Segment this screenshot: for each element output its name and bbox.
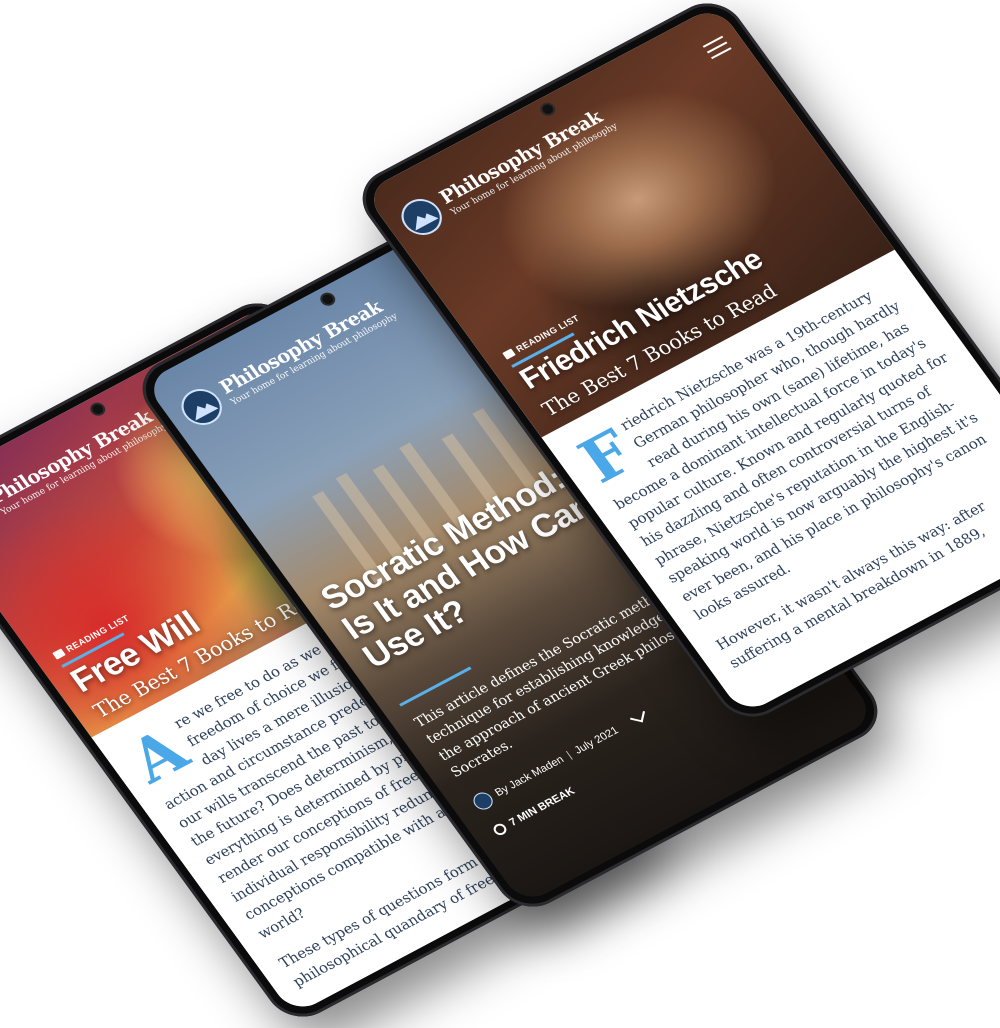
- mockup-stage: Philosophy Break Your home for learning …: [0, 0, 1000, 1028]
- book-icon: [52, 648, 66, 660]
- brand-header[interactable]: Philosophy Break Your home for learning …: [393, 101, 622, 242]
- hamburger-menu-icon[interactable]: [702, 35, 735, 63]
- brand-name: Philosophy Break: [435, 106, 607, 209]
- publish-date: July 2021: [572, 724, 621, 757]
- brand-header[interactable]: Philosophy Break Your home for learning …: [173, 291, 402, 432]
- brand-header[interactable]: Philosophy Break Your home for learning …: [0, 401, 172, 541]
- clock-icon: [491, 821, 509, 838]
- book-icon: [502, 348, 516, 360]
- brand-name: Philosophy Break: [0, 406, 157, 509]
- chevron-down-icon[interactable]: [630, 708, 646, 723]
- author-avatar: [469, 789, 497, 813]
- byline-separator: |: [564, 749, 575, 761]
